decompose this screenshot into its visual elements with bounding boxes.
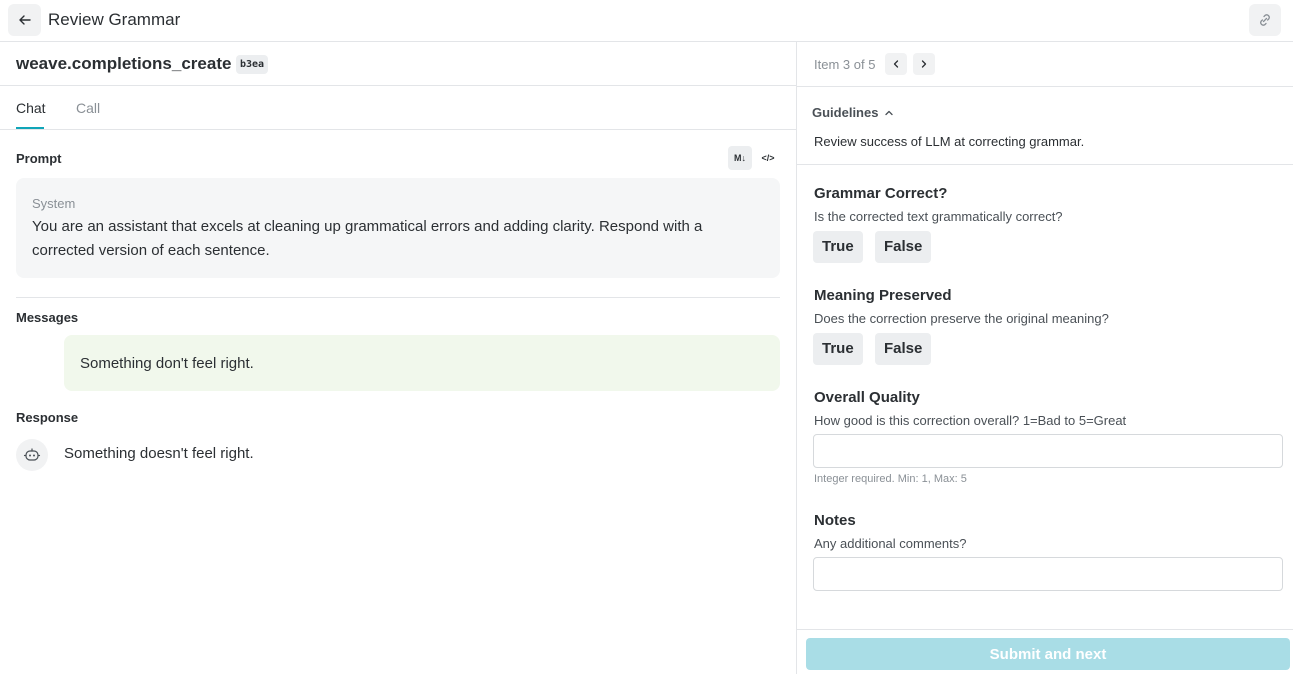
- prompt-label: Prompt: [16, 151, 62, 166]
- question-description: Any additional comments?: [814, 536, 967, 551]
- item-navigation: Item 3 of 5: [797, 42, 1293, 87]
- chevron-left-icon: [893, 60, 899, 68]
- back-button[interactable]: [8, 4, 41, 36]
- response-label: Response: [16, 410, 79, 425]
- footer-divider: [797, 629, 1293, 630]
- question-title: Grammar Correct?: [814, 185, 948, 202]
- system-message-text: You are an assistant that excels at clea…: [32, 218, 703, 259]
- next-item-button[interactable]: [913, 53, 935, 75]
- markdown-toggle-button[interactable]: M↓: [728, 146, 752, 170]
- user-message: Something don't feel right.: [64, 335, 780, 391]
- response-text: Something doesn't feel right.: [64, 445, 254, 462]
- grammar-false-button[interactable]: False: [875, 231, 932, 263]
- question-title: Notes: [814, 512, 856, 529]
- link-icon: [1260, 14, 1270, 26]
- guidelines-divider: [797, 164, 1293, 165]
- user-message-text: Something don't feel right.: [80, 354, 254, 372]
- top-bar: Review Grammar: [0, 0, 1293, 42]
- meaning-false-button[interactable]: False: [875, 333, 932, 365]
- question-title: Meaning Preserved: [814, 287, 952, 304]
- copy-link-button[interactable]: [1249, 4, 1281, 36]
- question-description: Is the corrected text grammatically corr…: [814, 209, 1063, 224]
- call-name: weave.completions_create: [16, 54, 232, 73]
- chevron-right-icon: [921, 60, 927, 68]
- tab-chat[interactable]: Chat: [16, 100, 46, 116]
- meaning-true-button[interactable]: True: [813, 333, 863, 365]
- call-id-badge[interactable]: b3ea: [236, 55, 269, 74]
- review-panel: Item 3 of 5 Guidelines Review success of…: [796, 42, 1293, 674]
- trace-panel: weave.completions_create b3ea Chat Call …: [0, 42, 796, 674]
- guidelines-toggle[interactable]: Guidelines: [812, 105, 894, 120]
- system-message: System You are an assistant that excels …: [16, 178, 780, 278]
- input-hint: Integer required. Min: 1, Max: 5: [814, 473, 967, 485]
- item-counter: Item 3 of 5: [814, 57, 876, 72]
- overall-quality-input[interactable]: [813, 434, 1283, 468]
- guidelines-label: Guidelines: [812, 105, 879, 120]
- robot-icon: [23, 448, 41, 461]
- messages-label: Messages: [16, 310, 79, 325]
- active-tab-indicator: [16, 127, 44, 129]
- code-toggle-button[interactable]: </>: [756, 146, 780, 170]
- section-divider: [16, 297, 780, 298]
- assistant-avatar: [16, 439, 48, 471]
- grammar-true-button[interactable]: True: [813, 231, 863, 263]
- tab-call[interactable]: Call: [76, 100, 100, 116]
- chevron-up-icon: [885, 110, 894, 115]
- notes-input[interactable]: [813, 557, 1283, 591]
- system-role-label: System: [32, 196, 76, 211]
- guidelines-text: Review success of LLM at correcting gram…: [814, 134, 1085, 149]
- previous-item-button[interactable]: [885, 53, 907, 75]
- question-title: Overall Quality: [814, 389, 920, 406]
- submit-and-next-button[interactable]: Submit and next: [806, 638, 1290, 670]
- tab-bar: Chat Call: [0, 86, 796, 130]
- question-description: How good is this correction overall? 1=B…: [814, 413, 1127, 428]
- call-header: weave.completions_create b3ea: [0, 42, 796, 86]
- arrow-left-icon: [18, 15, 31, 25]
- page-title: Review Grammar: [48, 10, 181, 29]
- question-description: Does the correction preserve the origina…: [814, 311, 1109, 326]
